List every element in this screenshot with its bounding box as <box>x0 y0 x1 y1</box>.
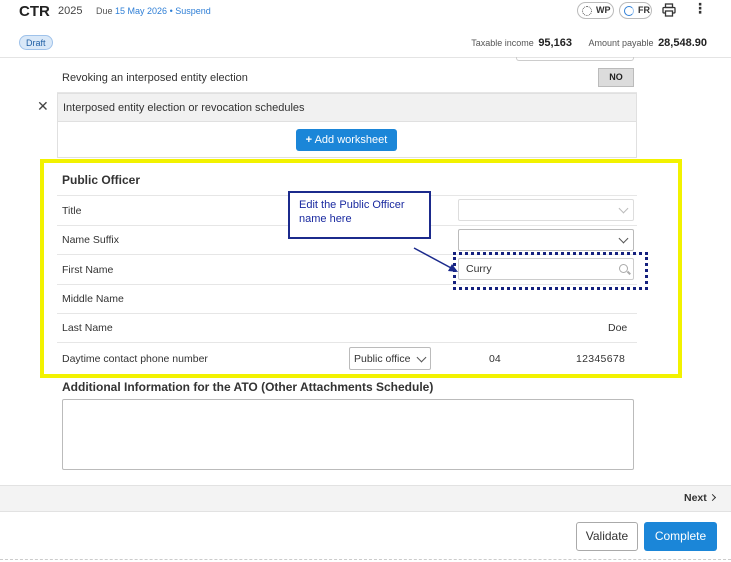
section-title: Public Officer <box>62 173 141 187</box>
last-name-label: Last Name <box>62 322 113 334</box>
due-separator: • <box>169 6 173 16</box>
chevron-down-icon <box>416 352 427 363</box>
add-worksheet-label: Add worksheet <box>314 134 388 146</box>
status-badge: Draft <box>19 35 53 50</box>
form-year: 2025 <box>58 5 83 17</box>
plus-icon: + <box>305 134 313 146</box>
due-info: Due 15 May 2026 • Suspend <box>96 6 211 16</box>
previous-field-edge <box>516 57 634 61</box>
page-bottom-edge <box>0 559 731 560</box>
chevron-down-icon <box>618 203 629 214</box>
totals-summary: Taxable income 95,163 Amount payable 28,… <box>471 37 707 49</box>
revoking-election-label: Revoking an interposed entity election <box>62 72 248 84</box>
status-circle-icon <box>624 6 634 16</box>
first-name-label: First Name <box>62 264 114 276</box>
chevron-right-icon <box>708 493 716 502</box>
schedule-header: Interposed entity election or revocation… <box>57 93 637 122</box>
amount-payable-value: 28,548.90 <box>658 37 707 49</box>
next-label: Next <box>684 492 707 504</box>
phone-type-value: Public office <box>354 353 411 365</box>
additional-info-title: Additional Information for the ATO (Othe… <box>62 380 434 394</box>
fr-status-pill[interactable]: FR <box>619 2 652 19</box>
last-name-value[interactable]: Doe <box>608 322 627 334</box>
next-link[interactable]: Next <box>684 492 716 504</box>
divider <box>57 313 637 314</box>
due-prefix: Due <box>96 6 113 16</box>
phone-type-select[interactable]: Public office <box>349 347 431 370</box>
name-suffix-label: Name Suffix <box>62 234 119 246</box>
revoking-election-toggle[interactable]: NO <box>598 68 634 87</box>
validate-button[interactable]: Validate <box>576 522 638 551</box>
complete-button[interactable]: Complete <box>644 522 717 551</box>
loading-circle-icon <box>582 6 592 16</box>
form-code: CTR <box>19 3 50 20</box>
chevron-down-icon <box>618 233 629 244</box>
phone-number[interactable]: 12345678 <box>576 353 625 365</box>
due-date-link[interactable]: 15 May 2026 <box>115 6 167 16</box>
wp-status-pill[interactable]: WP <box>577 2 614 19</box>
close-icon[interactable]: ✕ <box>37 99 49 113</box>
revoking-election-row: Revoking an interposed entity election <box>57 65 637 93</box>
annotation-arrow-icon <box>413 247 458 272</box>
title-label: Title <box>62 205 82 217</box>
fr-label: FR <box>638 5 650 15</box>
taxable-income-label: Taxable income <box>471 38 534 48</box>
suspend-link[interactable]: Suspend <box>175 6 211 16</box>
return-header: CTR 2025 Due 15 May 2026 • Suspend WP FR… <box>0 0 731 58</box>
title-select[interactable] <box>458 199 634 221</box>
phone-area-code[interactable]: 04 <box>489 353 501 365</box>
print-icon[interactable] <box>662 3 676 17</box>
phone-label: Daytime contact phone number <box>62 353 208 365</box>
middle-name-label: Middle Name <box>62 293 124 305</box>
annotation-callout: Edit the Public Officer name here <box>288 191 431 239</box>
divider <box>57 342 637 343</box>
wp-label: WP <box>596 5 611 15</box>
add-worksheet-button[interactable]: + Add worksheet <box>296 129 397 151</box>
navigation-bar <box>0 485 731 512</box>
more-options-icon[interactable]: ⋮ <box>693 1 707 15</box>
taxable-income-value: 95,163 <box>538 37 572 49</box>
additional-info-textarea[interactable] <box>62 399 634 470</box>
amount-payable-label: Amount payable <box>588 38 654 48</box>
divider <box>57 284 637 285</box>
name-suffix-select[interactable] <box>458 229 634 251</box>
